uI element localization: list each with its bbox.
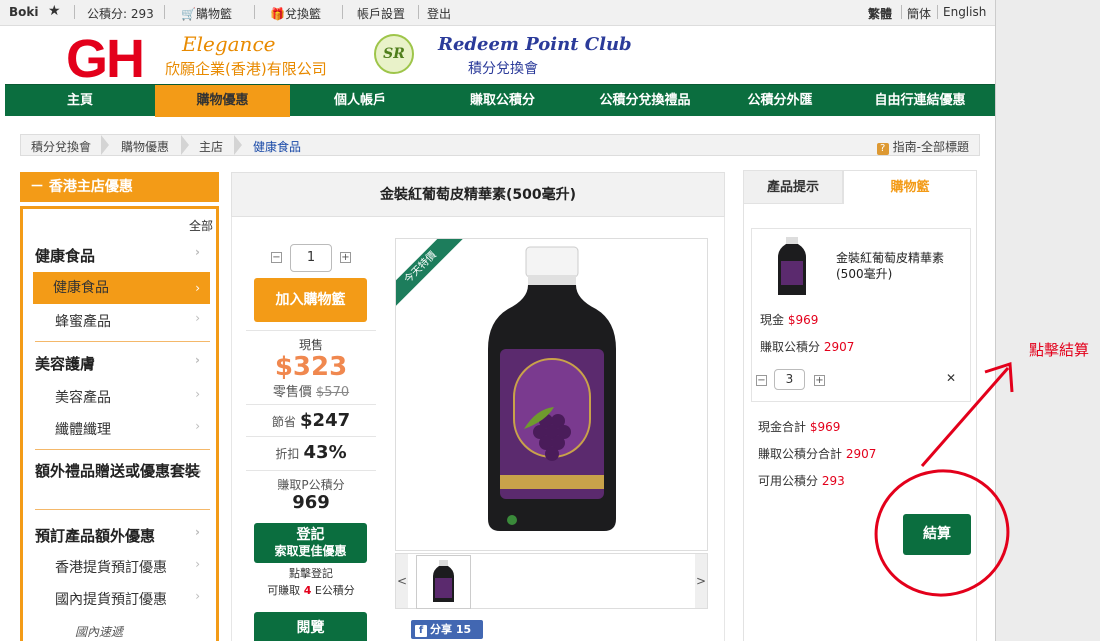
annotation-label: 點擊結算 [1029,341,1090,359]
annotation-arrow [920,367,1010,467]
annotation-overlay [874,361,1014,597]
highlight-circle [874,469,1010,597]
